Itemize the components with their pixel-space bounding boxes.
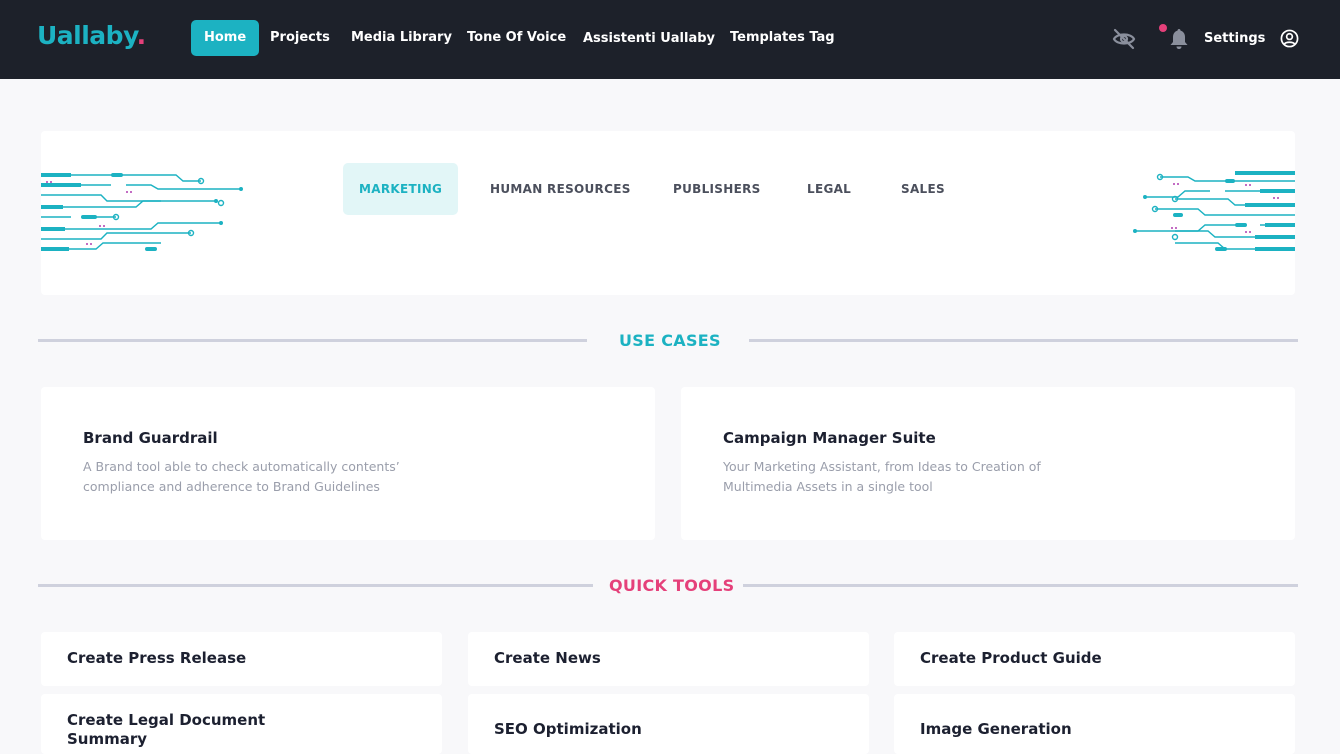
quick-tools-heading: QUICK TOOLS	[609, 576, 735, 595]
usecase-title: Campaign Manager Suite	[723, 429, 936, 447]
tool-image-generation[interactable]: Image Generation	[894, 694, 1295, 754]
circuit-decoration-left	[41, 173, 243, 251]
category-tab-marketing[interactable]: MARKETING	[343, 163, 459, 215]
nav-templates-tag[interactable]: Templates Tag	[730, 20, 835, 56]
usecase-description: Your Marketing Assistant, from Ideas to …	[723, 459, 1041, 494]
usecase-card-campaign-manager[interactable]: Campaign Manager Suite Your Marketing As…	[681, 387, 1295, 540]
tool-label: Image Generation	[920, 720, 1072, 738]
category-tab-human-resources[interactable]: HUMAN RESOURCES	[490, 163, 631, 215]
usecase-description: A Brand tool able to check automatically…	[83, 459, 400, 494]
category-tab-sales[interactable]: SALES	[901, 163, 945, 215]
nav-tone-of-voice[interactable]: Tone Of Voice	[467, 20, 566, 56]
notification-badge	[1159, 24, 1167, 32]
nav-media-library[interactable]: Media Library	[351, 20, 452, 56]
use-cases-divider-right	[749, 339, 1298, 342]
usecase-card-brand-guardrail[interactable]: Brand Guardrail A Brand tool able to che…	[41, 387, 655, 540]
use-cases-heading: USE CASES	[619, 331, 721, 350]
settings-link[interactable]: Settings	[1204, 21, 1265, 57]
quick-tools-divider-right	[743, 584, 1298, 587]
tool-create-product-guide[interactable]: Create Product Guide	[894, 632, 1295, 686]
tool-seo-optimization[interactable]: SEO Optimization	[468, 694, 869, 754]
user-circle-icon[interactable]	[1280, 29, 1299, 53]
quick-tools-divider-left	[38, 584, 593, 587]
usecase-title: Brand Guardrail	[83, 429, 218, 447]
tool-label: Create News	[494, 649, 601, 667]
top-navbar: Uallaby. Home Projects Media Library Ton…	[0, 0, 1340, 79]
nav-projects[interactable]: Projects	[270, 20, 330, 56]
tool-label: Create Product Guide	[920, 649, 1102, 667]
nav-home[interactable]: Home	[191, 20, 260, 56]
category-banner: MARKETING HUMAN RESOURCES PUBLISHERS LEG…	[41, 131, 1295, 295]
use-cases-divider-left	[38, 339, 587, 342]
category-tab-legal[interactable]: LEGAL	[807, 163, 851, 215]
tool-create-press-release[interactable]: Create Press Release	[41, 632, 442, 686]
tool-create-legal-document-summary[interactable]: Create Legal Document Summary	[41, 694, 442, 754]
nav-assistenti-uallaby[interactable]: Assistenti Uallaby	[583, 21, 715, 57]
tool-label: Create Legal Document Summary	[67, 711, 266, 748]
circuit-decoration-right	[1133, 171, 1295, 251]
tool-label: SEO Optimization	[494, 720, 642, 738]
tool-label: Create Press Release	[67, 649, 247, 667]
eye-off-icon[interactable]	[1112, 27, 1136, 56]
bell-icon[interactable]	[1169, 28, 1189, 55]
tool-create-news[interactable]: Create News	[468, 632, 869, 686]
category-tab-publishers[interactable]: PUBLISHERS	[673, 163, 761, 215]
logo[interactable]: Uallaby.	[37, 21, 146, 50]
